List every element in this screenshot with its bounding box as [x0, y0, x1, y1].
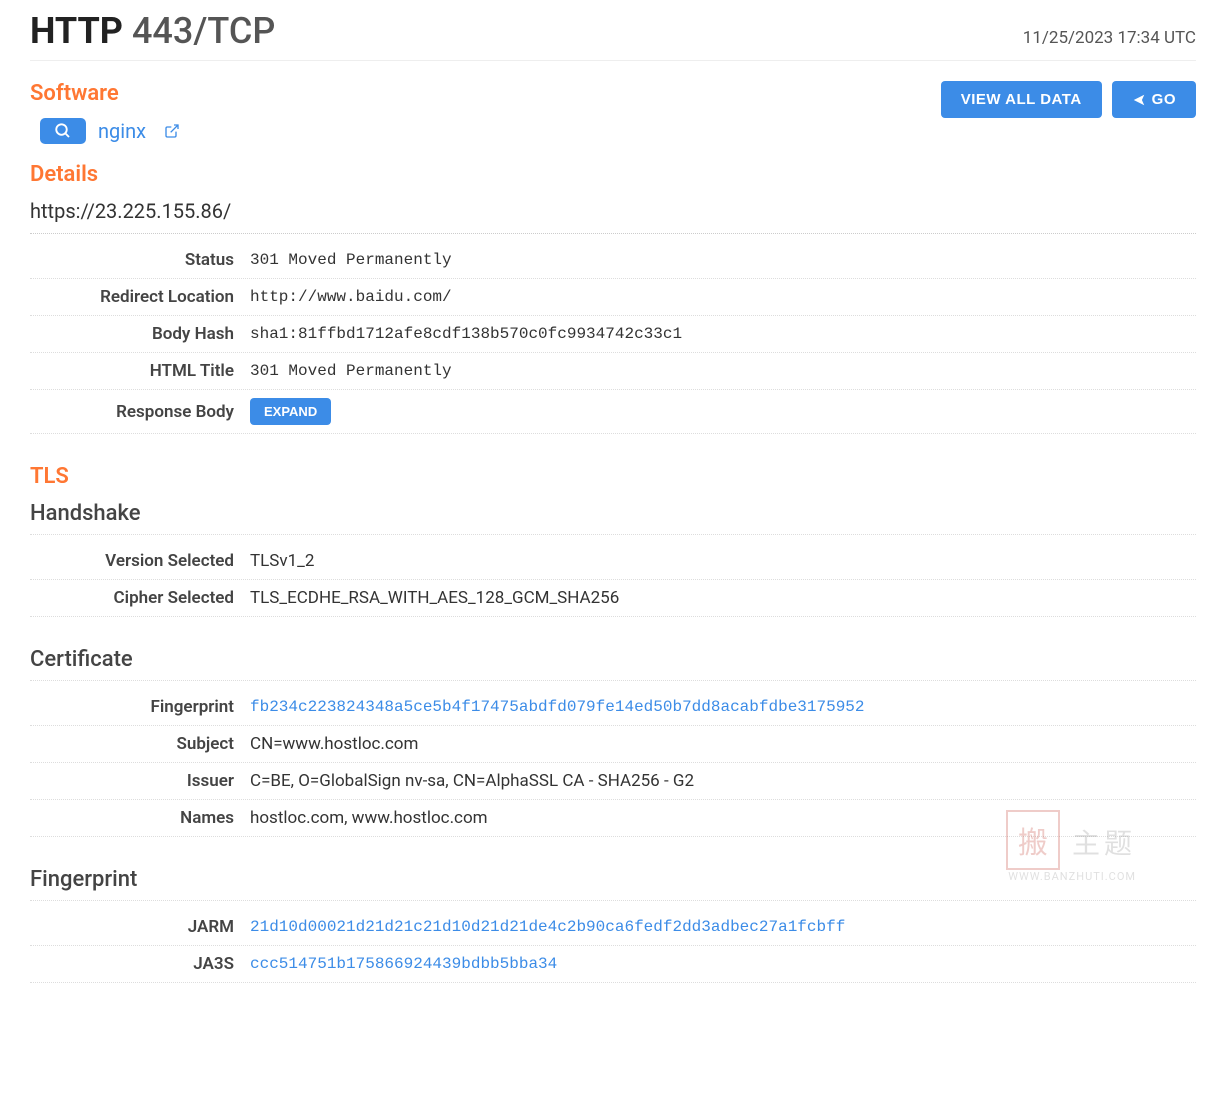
external-link-icon[interactable] — [164, 123, 180, 139]
redirect-key: Redirect Location — [30, 287, 250, 307]
handshake-heading: Handshake — [30, 501, 1196, 535]
names-key: Names — [30, 808, 250, 828]
cipher-value: TLS_ECDHE_RSA_WITH_AES_128_GCM_SHA256 — [250, 588, 619, 608]
ja3s-value[interactable]: ccc514751b175866924439bdbb5bba34 — [250, 955, 557, 973]
software-heading: Software — [30, 81, 180, 106]
status-value: 301 Moved Permanently — [250, 251, 452, 269]
htmltitle-value: 301 Moved Permanently — [250, 362, 452, 380]
tls-heading: TLS — [30, 464, 1196, 489]
action-buttons: VIEW ALL DATA GO — [941, 81, 1196, 118]
go-button-label: GO — [1152, 91, 1176, 108]
redirect-value: http://www.baidu.com/ — [250, 288, 452, 306]
htmltitle-key: HTML Title — [30, 361, 250, 381]
search-icon-button[interactable] — [40, 118, 86, 144]
software-section: Software nginx — [30, 81, 180, 144]
go-button[interactable]: GO — [1112, 81, 1196, 118]
software-name-link[interactable]: nginx — [98, 119, 146, 143]
fingerprint-heading: Fingerprint — [30, 867, 1196, 901]
issuer-key: Issuer — [30, 771, 250, 791]
status-key: Status — [30, 250, 250, 270]
protocol-label: HTTP — [30, 10, 123, 52]
timestamp: 11/25/2023 17:34 UTC — [1023, 28, 1196, 48]
expand-button[interactable]: EXPAND — [250, 398, 331, 425]
cert-fp-value[interactable]: fb234c223824348a5ce5b4f17475abdfd079fe14… — [250, 698, 865, 716]
details-section: Details https://23.225.155.86/ Status 30… — [30, 162, 1196, 434]
tls-section: TLS Handshake Version Selected TLSv1_2 C… — [30, 464, 1196, 617]
version-key: Version Selected — [30, 551, 250, 571]
names-value: hostloc.com, www.hostloc.com — [250, 808, 488, 828]
subject-key: Subject — [30, 734, 250, 754]
subject-value: CN=www.hostloc.com — [250, 734, 418, 754]
certificate-section: Certificate Fingerprint fb234c223824348a… — [30, 647, 1196, 837]
jarm-key: JARM — [30, 917, 250, 937]
respbody-key: Response Body — [30, 402, 250, 422]
service-header: HTTP 443/TCP 11/25/2023 17:34 UTC — [30, 10, 1196, 61]
certificate-heading: Certificate — [30, 647, 1196, 681]
cert-fp-key: Fingerprint — [30, 697, 250, 717]
ja3s-key: JA3S — [30, 954, 250, 974]
port-transport-label: 443/TCP — [132, 10, 275, 52]
bodyhash-key: Body Hash — [30, 324, 250, 344]
version-value: TLSv1_2 — [250, 551, 314, 571]
jarm-value[interactable]: 21d10d00021d21d21c21d10d21d21de4c2b90ca6… — [250, 918, 845, 936]
service-title: HTTP 443/TCP — [30, 10, 275, 52]
issuer-value: C=BE, O=GlobalSign nv-sa, CN=AlphaSSL CA… — [250, 771, 694, 791]
view-all-data-button[interactable]: VIEW ALL DATA — [941, 81, 1102, 118]
cipher-key: Cipher Selected — [30, 588, 250, 608]
bodyhash-value: sha1:81ffbd1712afe8cdf138b570c0fc9934742… — [250, 325, 682, 343]
details-heading: Details — [30, 162, 1196, 187]
share-icon — [1132, 93, 1146, 107]
details-url: https://23.225.155.86/ — [30, 199, 1196, 234]
fingerprint-section: Fingerprint JARM 21d10d00021d21d21c21d10… — [30, 867, 1196, 983]
